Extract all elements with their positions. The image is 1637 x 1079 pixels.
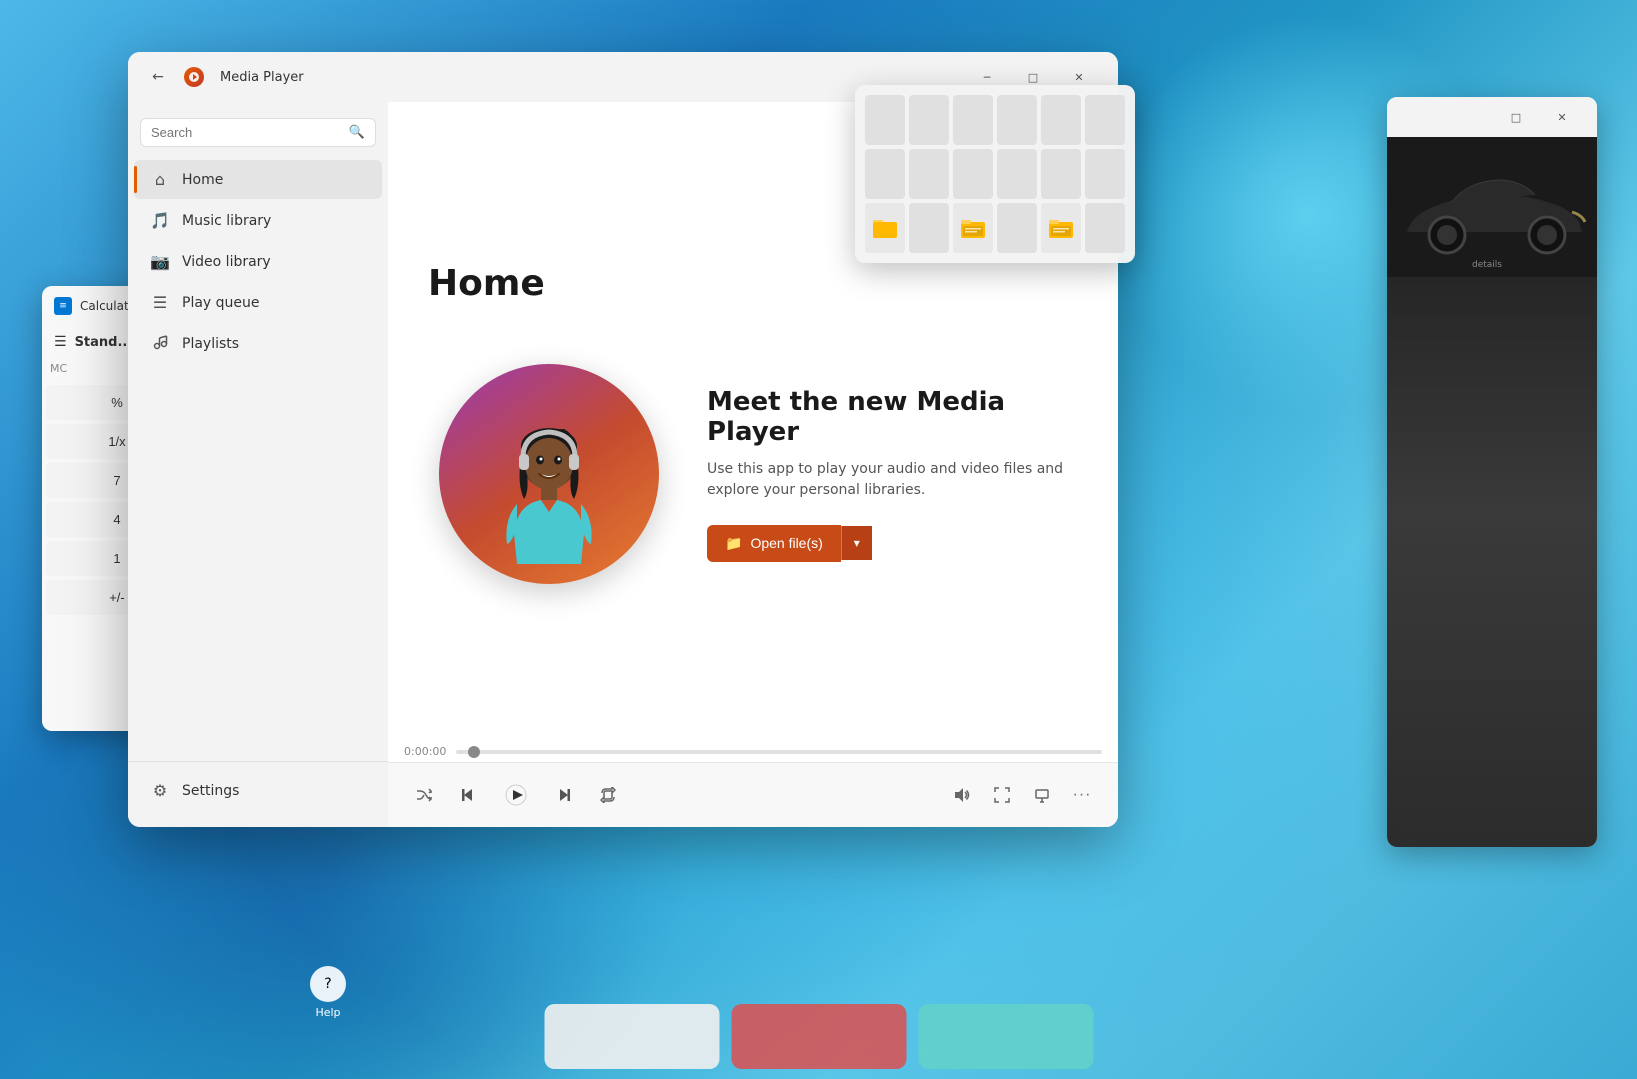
cast-button[interactable] [1026, 779, 1058, 811]
sidebar-item-play-queue[interactable]: ☰ Play queue [134, 283, 382, 322]
bottom-cards [544, 1004, 1093, 1069]
repeat-button[interactable] [592, 779, 624, 811]
sidebar-item-settings[interactable]: ⚙ Settings [134, 771, 382, 810]
home-icon: ⌂ [150, 170, 170, 189]
sidebar-bottom: ⚙ Settings [128, 761, 388, 819]
hero-title: Meet the new Media Player [707, 387, 1067, 447]
right-panel-maximize[interactable]: □ [1493, 101, 1539, 133]
progress-area: 0:00:00 [388, 745, 1118, 762]
snap-cell-2-5[interactable] [1041, 149, 1081, 199]
open-files-label: Open file(s) [750, 535, 822, 551]
hero-text: Meet the new Media Player Use this app t… [707, 387, 1067, 562]
snap-cell-1-2[interactable] [909, 95, 949, 145]
bottom-card-1[interactable] [544, 1004, 719, 1069]
calc-mc-label: MC [50, 362, 67, 375]
open-files-dropdown-button[interactable]: ▾ [841, 526, 872, 560]
search-icon: 🔍 [349, 125, 365, 140]
person-illustration [469, 404, 629, 584]
snap-cell-2-4[interactable] [997, 149, 1037, 199]
previous-button[interactable] [452, 779, 484, 811]
bottom-card-2[interactable] [731, 1004, 906, 1069]
app-title: Media Player [220, 70, 304, 85]
sidebar: 🔍 ⌂ Home 🎵 Music library 📷 Video library… [128, 102, 388, 827]
snap-cell-1-6[interactable] [1085, 95, 1125, 145]
svg-text:details: details [1472, 260, 1502, 270]
hero-subtitle: Use this app to play your audio and vide… [707, 459, 1067, 501]
playlist-icon [150, 334, 170, 354]
settings-icon: ⚙ [150, 781, 170, 800]
page-title: Home [428, 263, 545, 304]
back-button[interactable]: ← [144, 63, 172, 91]
right-panel-close[interactable]: ✕ [1539, 101, 1585, 133]
snap-cell-3-4[interactable] [997, 203, 1037, 253]
shuffle-button[interactable] [408, 779, 440, 811]
right-panel: □ ✕ details s Scan ilities & tools Free … [1387, 97, 1597, 847]
snap-cell-3-6[interactable] [1085, 203, 1125, 253]
fullscreen-button[interactable] [986, 779, 1018, 811]
snap-popup [855, 85, 1135, 263]
app-icon [184, 67, 204, 87]
snap-cell-1-3[interactable] [953, 95, 993, 145]
sidebar-item-video-library[interactable]: 📷 Video library [134, 242, 382, 281]
search-box[interactable]: 🔍 [140, 118, 376, 147]
controls-right: ··· [946, 779, 1098, 811]
snap-cell-3-3[interactable] [953, 203, 993, 253]
snap-cell-1-5[interactable] [1041, 95, 1081, 145]
car-image: details [1387, 137, 1597, 847]
snap-cell-3-2[interactable] [909, 203, 949, 253]
snap-cell-2-3[interactable] [953, 149, 993, 199]
more-options-button[interactable]: ··· [1066, 779, 1098, 811]
play-button[interactable] [496, 775, 536, 815]
sidebar-item-home-label: Home [182, 172, 223, 188]
sidebar-item-play-queue-label: Play queue [182, 295, 260, 311]
next-button[interactable] [548, 779, 580, 811]
hero-section: Meet the new Media Player Use this app t… [439, 364, 1067, 584]
sidebar-item-music-library[interactable]: 🎵 Music library [134, 201, 382, 240]
sidebar-item-playlists-label: Playlists [182, 336, 239, 352]
calc-mode: Stand... [75, 335, 133, 350]
video-icon: 📷 [150, 252, 170, 271]
sidebar-item-video-library-label: Video library [182, 254, 271, 270]
help-button-area: ? Help [310, 966, 346, 1019]
help-button[interactable]: ? [310, 966, 346, 1002]
progress-thumb[interactable] [468, 746, 480, 758]
music-icon: 🎵 [150, 211, 170, 230]
hero-avatar [439, 364, 659, 584]
snap-cell-2-6[interactable] [1085, 149, 1125, 199]
search-input[interactable] [151, 125, 341, 140]
snap-cell-3-1[interactable] [865, 203, 905, 253]
open-files-main-button[interactable]: 📁 Open file(s) [707, 525, 841, 562]
right-panel-header: □ ✕ [1387, 97, 1597, 137]
snap-cell-3-5[interactable] [1041, 203, 1081, 253]
sidebar-item-playlists[interactable]: Playlists [134, 324, 382, 364]
calc-app-icon: ≡ [54, 297, 72, 315]
snap-cell-1-4[interactable] [997, 95, 1037, 145]
snap-cell-1-1[interactable] [865, 95, 905, 145]
bottom-card-3[interactable] [918, 1004, 1093, 1069]
sidebar-item-home[interactable]: ⌂ Home [134, 160, 382, 199]
volume-button[interactable] [946, 779, 978, 811]
queue-icon: ☰ [150, 293, 170, 312]
snap-cell-2-1[interactable] [865, 149, 905, 199]
open-files-button-group: 📁 Open file(s) ▾ [707, 525, 1067, 562]
help-label: Help [315, 1006, 340, 1019]
titlebar-controls: ← Media Player [144, 63, 304, 91]
folder-icon: 📁 [725, 535, 742, 552]
snap-cell-2-2[interactable] [909, 149, 949, 199]
playback-controls: ··· [388, 762, 1118, 827]
progress-track[interactable] [456, 750, 1102, 754]
sidebar-item-music-library-label: Music library [182, 213, 271, 229]
time-current: 0:00:00 [404, 745, 446, 758]
sidebar-item-settings-label: Settings [182, 783, 239, 799]
